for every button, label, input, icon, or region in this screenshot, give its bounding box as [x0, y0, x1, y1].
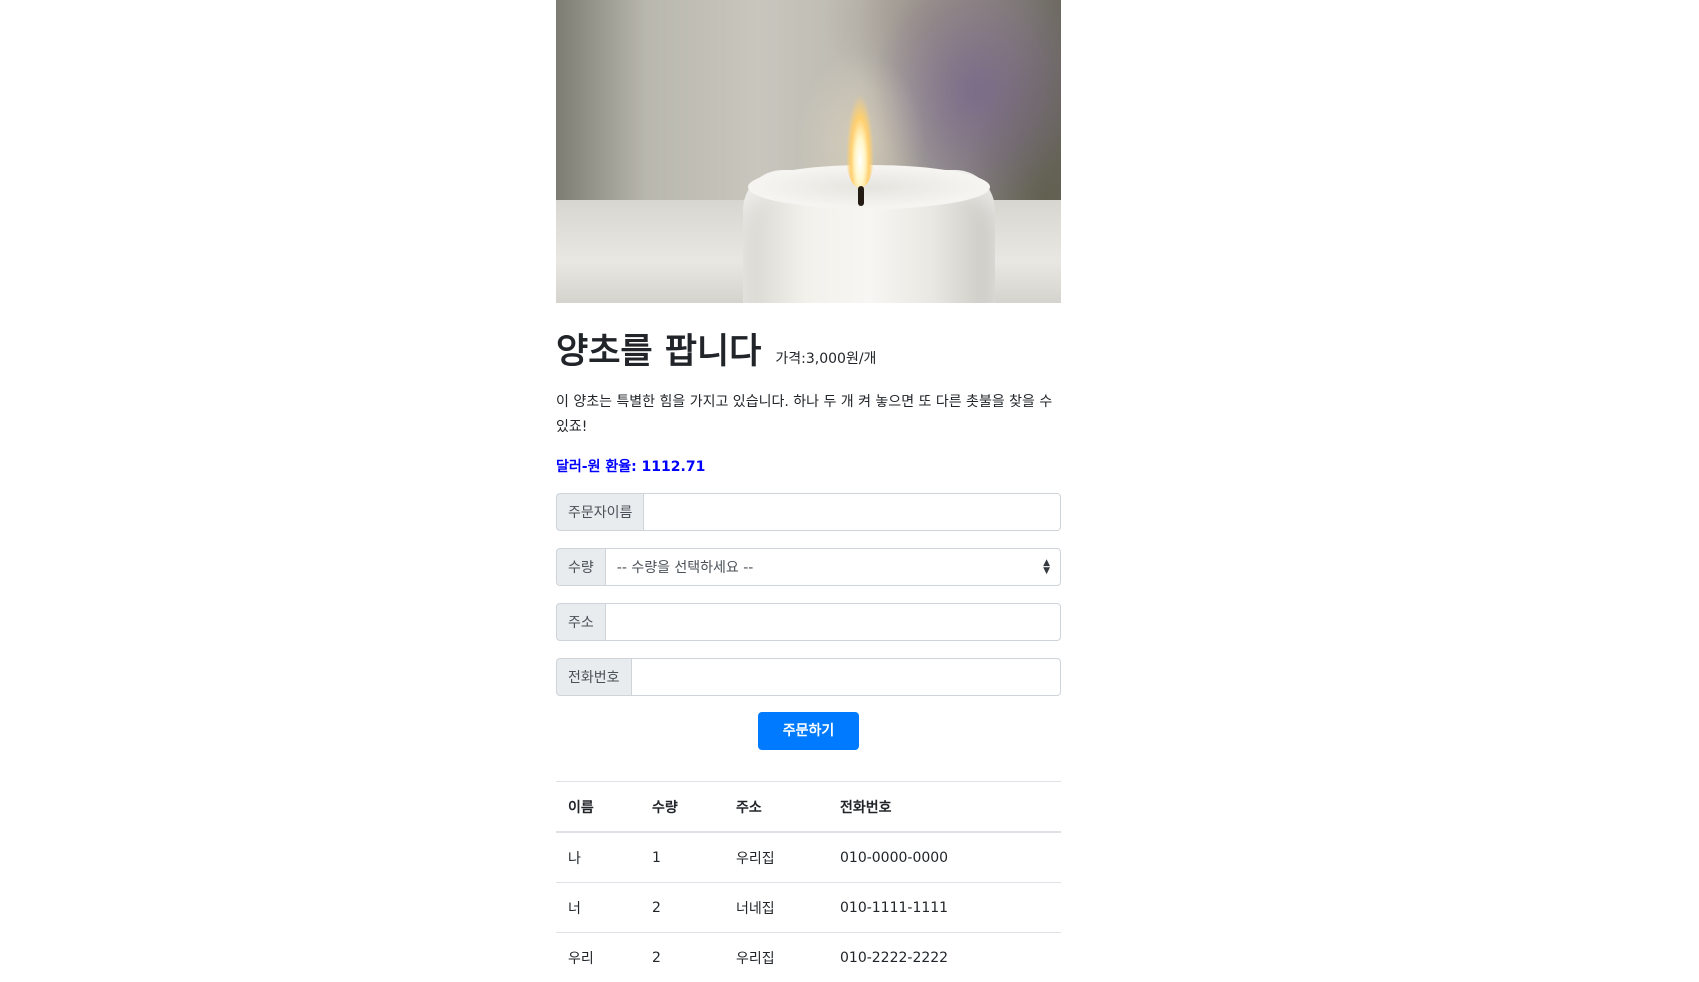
cell-name: 나 [556, 832, 640, 883]
image-wick [858, 186, 864, 206]
page-container: 양초를 팝니다 가격:3,000원/개 이 양초는 특별한 힘을 가지고 있습니… [556, 0, 1061, 982]
page-title: 양초를 팝니다 [556, 323, 761, 374]
header-address: 주소 [724, 782, 828, 833]
cell-address: 너네집 [724, 883, 828, 933]
select-arrows-icon: ▲▼ [1043, 559, 1050, 575]
cell-phone: 010-0000-0000 [828, 832, 1061, 883]
cell-name: 너 [556, 883, 640, 933]
price-text: 가격:3,000원/개 [775, 348, 876, 368]
name-input[interactable] [643, 493, 1061, 531]
table-header-row: 이름 수량 주소 전화번호 [556, 782, 1061, 833]
header-quantity: 수량 [640, 782, 724, 833]
cell-name: 우리 [556, 933, 640, 982]
phone-input[interactable] [631, 658, 1061, 696]
header-name: 이름 [556, 782, 640, 833]
table-row: 너 2 너네집 010-1111-1111 [556, 883, 1061, 933]
cell-quantity: 2 [640, 933, 724, 982]
title-row: 양초를 팝니다 가격:3,000원/개 [556, 323, 1061, 374]
phone-field-group: 전화번호 [556, 658, 1061, 696]
product-description: 이 양초는 특별한 힘을 가지고 있습니다. 하나 두 개 켜 놓으면 또 다른… [556, 390, 1061, 440]
phone-label: 전화번호 [556, 658, 631, 696]
address-field-group: 주소 [556, 603, 1061, 641]
cell-quantity: 2 [640, 883, 724, 933]
quantity-selected-value: -- 수량을 선택하세요 -- [617, 557, 754, 577]
cell-phone: 010-2222-2222 [828, 933, 1061, 982]
address-label: 주소 [556, 603, 605, 641]
table-row: 우리 2 우리집 010-2222-2222 [556, 933, 1061, 982]
header-phone: 전화번호 [828, 782, 1061, 833]
name-field-group: 주문자이름 [556, 493, 1061, 531]
product-image [556, 0, 1061, 303]
table-row: 나 1 우리집 010-0000-0000 [556, 832, 1061, 883]
orders-table: 이름 수량 주소 전화번호 나 1 우리집 010-0000-0000 너 2 … [556, 781, 1061, 982]
cell-address: 우리집 [724, 933, 828, 982]
cell-phone: 010-1111-1111 [828, 883, 1061, 933]
quantity-field-group: 수량 -- 수량을 선택하세요 -- ▲▼ [556, 548, 1061, 586]
exchange-rate-text: 달러-원 환율: 1112.71 [556, 456, 1061, 476]
cell-address: 우리집 [724, 832, 828, 883]
cell-quantity: 1 [640, 832, 724, 883]
order-button[interactable]: 주문하기 [758, 712, 860, 750]
address-input[interactable] [605, 603, 1061, 641]
quantity-select[interactable]: -- 수량을 선택하세요 -- ▲▼ [605, 548, 1061, 586]
submit-row: 주문하기 [556, 712, 1061, 750]
quantity-label: 수량 [556, 548, 605, 586]
name-label: 주문자이름 [556, 493, 643, 531]
